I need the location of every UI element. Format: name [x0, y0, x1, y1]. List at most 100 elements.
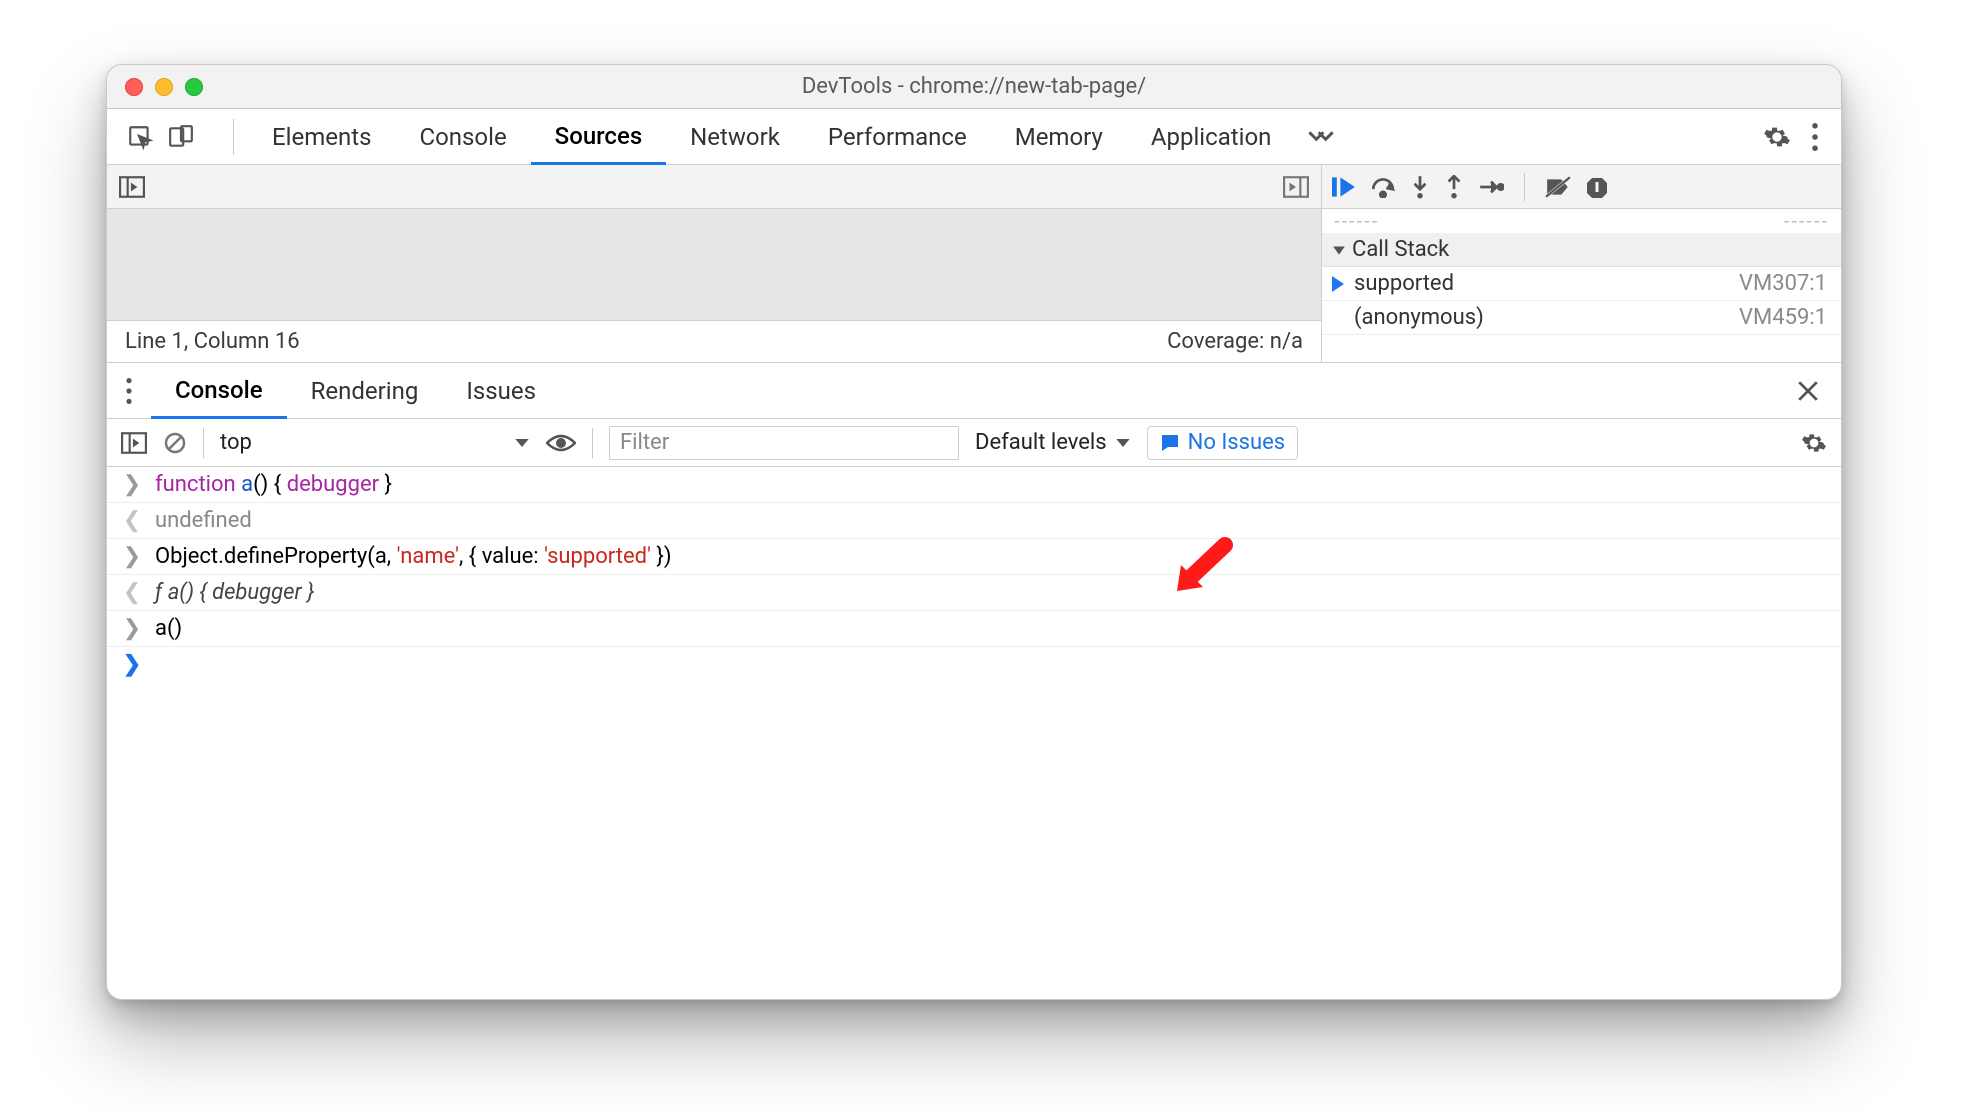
zoom-window-button[interactable]	[185, 78, 203, 96]
debugger-toolbar	[1322, 165, 1841, 209]
clear-console-icon[interactable]	[163, 431, 187, 455]
log-levels-selector[interactable]: Default levels	[975, 430, 1131, 455]
tab-memory[interactable]: Memory	[991, 109, 1127, 164]
separator	[203, 428, 204, 458]
tab-network-label: Network	[690, 123, 780, 151]
tab-console[interactable]: Console	[395, 109, 530, 164]
chevron-down-icon	[514, 437, 530, 449]
separator	[592, 428, 593, 458]
frame-location: VM307:1	[1739, 271, 1827, 296]
settings-icon[interactable]	[1763, 123, 1791, 151]
partial-row: ------------	[1322, 209, 1841, 233]
sources-status-bar: Line 1, Column 16 Coverage: n/a	[107, 320, 1321, 362]
input-caret-icon: ❯	[123, 616, 141, 641]
step-into-icon[interactable]	[1410, 175, 1430, 199]
device-toggle-icon[interactable]	[167, 124, 195, 150]
call-stack-frame[interactable]: (anonymous) VM459:1	[1322, 301, 1841, 335]
console-filter-input[interactable]: Filter	[609, 426, 959, 460]
tab-elements[interactable]: Elements	[248, 109, 395, 164]
devtools-window: DevTools - chrome://new-tab-page/ Elemen…	[106, 64, 1842, 1000]
inspect-element-icon[interactable]	[127, 124, 153, 150]
tab-memory-label: Memory	[1015, 123, 1103, 151]
tab-performance[interactable]: Performance	[804, 109, 991, 164]
cursor-position: Line 1, Column 16	[125, 329, 300, 354]
console-output: undefined	[155, 508, 252, 533]
sources-panel: Line 1, Column 16 Coverage: n/a	[107, 165, 1841, 363]
call-stack-frame-current[interactable]: supported VM307:1	[1322, 267, 1841, 301]
prompt-caret-icon: ❯	[123, 652, 141, 677]
tab-console-label: Console	[419, 123, 506, 151]
tab-elements-label: Elements	[272, 123, 371, 151]
resume-icon[interactable]	[1332, 176, 1356, 198]
drawer-kebab-icon[interactable]	[107, 378, 151, 404]
separator	[233, 119, 234, 155]
console-code: a()	[155, 616, 182, 641]
step-icon[interactable]	[1478, 176, 1504, 198]
minimize-window-button[interactable]	[155, 78, 173, 96]
console-settings-icon[interactable]	[1801, 430, 1827, 456]
input-caret-icon: ❯	[123, 544, 141, 569]
call-stack-header[interactable]: Call Stack	[1322, 233, 1841, 267]
console-sidebar-toggle-icon[interactable]	[121, 432, 147, 454]
input-caret-icon: ❯	[123, 472, 141, 497]
current-frame-pointer-icon	[1332, 276, 1344, 292]
console-return-row: ❯ ƒ a() { debugger }	[107, 575, 1841, 611]
step-over-icon[interactable]	[1370, 176, 1396, 198]
main-panel-tabs: Elements Console Sources Network Perform…	[107, 109, 1841, 165]
tab-sources-label: Sources	[555, 122, 643, 150]
close-drawer-icon[interactable]	[1797, 380, 1841, 402]
tab-application-label: Application	[1151, 123, 1272, 151]
console-return-row: ❯ undefined	[107, 503, 1841, 539]
console-toolbar: top Filter Default levels No Issues	[107, 419, 1841, 467]
log-levels-label: Default levels	[975, 430, 1107, 455]
frame-name: (anonymous)	[1354, 305, 1484, 330]
console-code: function a() { debugger }	[155, 472, 392, 497]
call-stack-header-label: Call Stack	[1352, 237, 1449, 262]
console-input-row: ❯ Object.defineProperty(a, 'name', { val…	[107, 539, 1841, 575]
pause-on-exceptions-icon[interactable]	[1585, 175, 1609, 199]
window-title: DevTools - chrome://new-tab-page/	[107, 74, 1841, 99]
drawer-tab-issues-label: Issues	[466, 377, 536, 405]
drawer-tab-console-label: Console	[175, 376, 263, 404]
filter-placeholder: Filter	[620, 430, 669, 455]
titlebar: DevTools - chrome://new-tab-page/	[107, 65, 1841, 109]
close-window-button[interactable]	[125, 78, 143, 96]
issues-button[interactable]: No Issues	[1147, 426, 1299, 460]
kebab-menu-icon[interactable]	[1811, 123, 1819, 151]
return-caret-icon: ❯	[123, 508, 141, 533]
drawer-tab-console[interactable]: Console	[151, 364, 287, 419]
call-stack-panel: ------------ Call Stack supported VM307:…	[1322, 209, 1841, 362]
console-code: Object.defineProperty(a, 'name', { value…	[155, 544, 671, 569]
context-selector[interactable]: top	[220, 430, 530, 455]
console-output: ƒ a() { debugger }	[155, 580, 314, 605]
tab-performance-label: Performance	[828, 123, 967, 151]
step-out-icon[interactable]	[1444, 175, 1464, 199]
tab-sources[interactable]: Sources	[531, 110, 667, 165]
frame-name: supported	[1354, 271, 1454, 296]
more-tabs-icon[interactable]	[1295, 128, 1347, 146]
debugger-toggle-icon[interactable]	[1283, 176, 1309, 198]
console-input-row: ❯ function a() { debugger }	[107, 467, 1841, 503]
live-expression-icon[interactable]	[546, 432, 576, 454]
return-caret-icon: ❯	[123, 580, 141, 605]
drawer-tab-issues[interactable]: Issues	[442, 363, 560, 418]
drawer-tab-rendering-label: Rendering	[311, 377, 419, 405]
sources-toolbar	[107, 165, 1321, 209]
drawer-tabs: Console Rendering Issues	[107, 363, 1841, 419]
drawer-tab-rendering[interactable]: Rendering	[287, 363, 443, 418]
console-input-row: ❯ a()	[107, 611, 1841, 647]
console-log[interactable]: ❯ function a() { debugger } ❯ undefined …	[107, 467, 1841, 682]
deactivate-breakpoints-icon[interactable]	[1545, 176, 1571, 198]
sources-editor-empty	[107, 209, 1321, 320]
traffic-lights	[125, 78, 203, 96]
inspect-icon-group	[107, 109, 219, 164]
issues-label: No Issues	[1188, 430, 1286, 455]
frame-location: VM459:1	[1739, 305, 1827, 330]
navigator-toggle-icon[interactable]	[119, 176, 145, 198]
issues-icon	[1160, 433, 1180, 453]
console-prompt-row[interactable]: ❯	[107, 647, 1841, 682]
separator	[1524, 173, 1525, 201]
tab-application[interactable]: Application	[1127, 109, 1296, 164]
coverage-status: Coverage: n/a	[1167, 329, 1303, 354]
tab-network[interactable]: Network	[666, 109, 804, 164]
